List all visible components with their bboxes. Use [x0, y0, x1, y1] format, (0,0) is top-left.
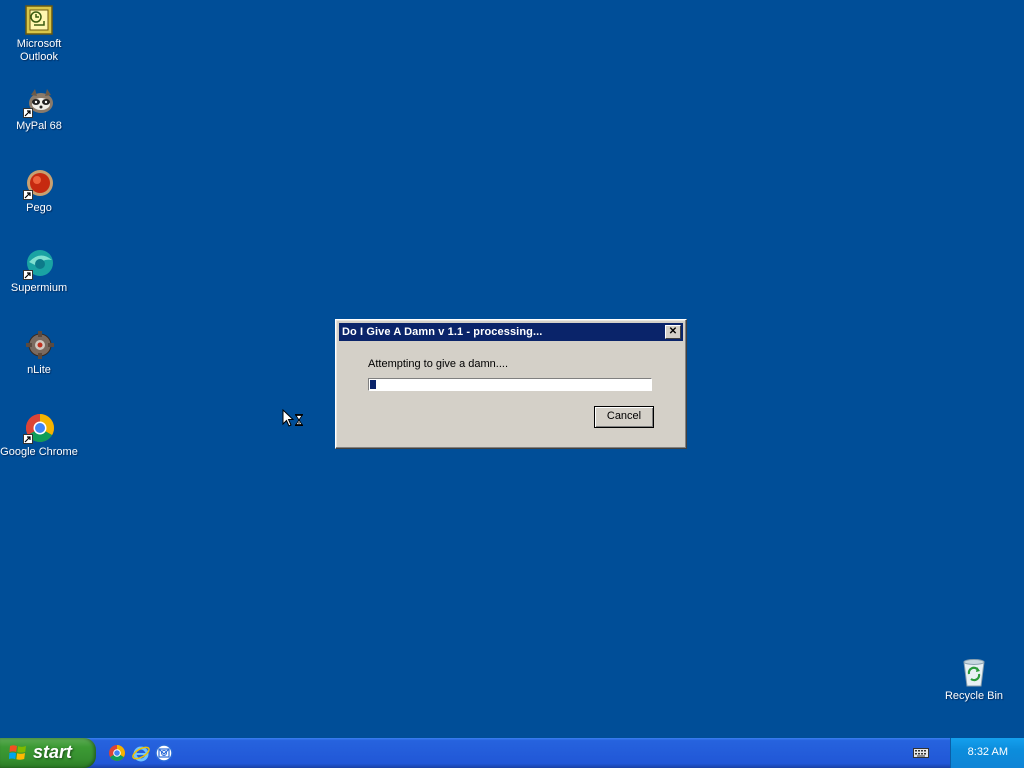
desktop-icon-label: MyPal 68 [16, 120, 62, 132]
desktop-icon-outlook[interactable]: Microsoft Outlook [0, 4, 78, 64]
desktop-icon-label: nLite [27, 364, 51, 376]
outlook-icon [23, 4, 55, 36]
desktop-icon-label: Supermium [10, 282, 68, 294]
supermium-icon [23, 248, 55, 280]
internet-explorer-icon [132, 746, 150, 762]
keyboard-icon[interactable] [913, 748, 929, 758]
busy-cursor-icon [282, 408, 306, 431]
processing-dialog: Do I Give A Damn v 1.1 - processing... ✕… [335, 319, 687, 449]
shortcut-arrow-icon [23, 190, 33, 200]
shortcut-arrow-icon [23, 108, 33, 118]
cancel-button[interactable]: Cancel [594, 406, 654, 428]
progress-bar [368, 378, 652, 391]
shortcut-arrow-icon [23, 270, 33, 280]
dialog-message: Attempting to give a damn.... [368, 358, 509, 370]
desktop: Microsoft Outlook MyPal 68 Pego Supermiu… [0, 0, 1024, 738]
desktop-icon-supermium[interactable]: Supermium [0, 248, 78, 295]
system-tray: 8:32 AM [950, 738, 1024, 768]
desktop-icon-pego[interactable]: Pego [0, 168, 78, 215]
desktop-icon-chrome[interactable]: Google Chrome [0, 412, 78, 459]
desktop-icon-label: Recycle Bin [944, 690, 1004, 702]
desktop-icon-nlite[interactable]: nLite [0, 330, 78, 377]
dialog-title: Do I Give A Damn v 1.1 - processing... [342, 326, 543, 338]
progress-block [370, 380, 376, 389]
chrome-icon [109, 745, 125, 761]
chrome-icon [23, 412, 55, 444]
dialog-titlebar[interactable]: Do I Give A Damn v 1.1 - processing... ✕ [339, 323, 683, 341]
desktop-icon-recycle-bin[interactable]: Recycle Bin [935, 656, 1013, 703]
progress-fill [370, 380, 376, 389]
close-icon: ✕ [668, 326, 678, 337]
start-button[interactable]: start [0, 738, 96, 768]
windows-logo-icon [9, 744, 27, 762]
pego-icon [23, 168, 55, 200]
desktop-icon-mypal[interactable]: MyPal 68 [0, 86, 78, 133]
start-label: start [33, 742, 73, 762]
outlook-express-icon [155, 744, 173, 762]
mypal-icon [23, 86, 55, 118]
shortcut-arrow-icon [23, 434, 33, 444]
taskbar: start 8:32 AM [0, 738, 1024, 768]
desktop-icon-label: Google Chrome [0, 446, 78, 458]
quick-launch-outlook-express[interactable] [154, 743, 174, 763]
recycle-bin-icon [958, 656, 990, 688]
desktop-icon-label: Pego [26, 202, 52, 214]
nlite-icon [23, 330, 55, 362]
close-button[interactable]: ✕ [665, 325, 681, 339]
quick-launch-chrome[interactable] [107, 743, 127, 763]
quick-launch-internet-explorer[interactable] [131, 743, 151, 763]
clock[interactable]: 8:32 AM [968, 746, 1008, 758]
desktop-icon-label: Microsoft Outlook [16, 38, 62, 63]
